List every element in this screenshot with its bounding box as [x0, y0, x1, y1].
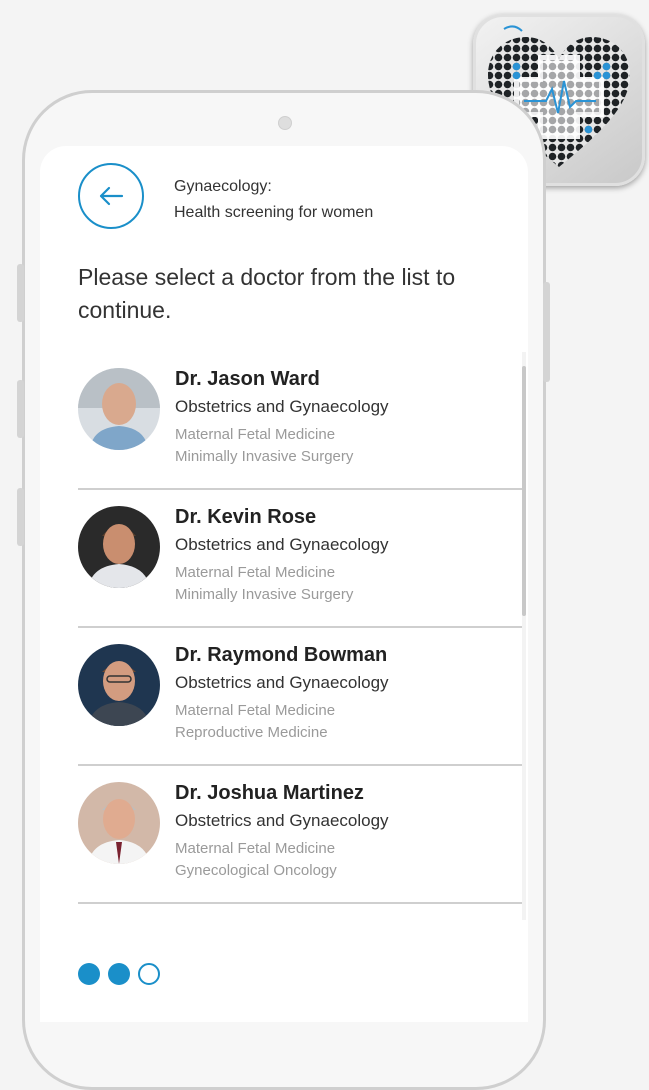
avatar — [78, 506, 160, 588]
page-title: Please select a doctor from the list to … — [78, 264, 456, 323]
category-label: Gynaecology: — [174, 178, 272, 195]
list-item[interactable] — [78, 904, 524, 920]
doctor-specialty: Obstetrics and Gynaecology — [175, 397, 389, 416]
doctor-subspecialty: Maternal Fetal Medicine — [175, 840, 336, 857]
phone-side-button — [543, 282, 550, 382]
step-dot-3 — [138, 963, 160, 985]
doctor-item[interactable]: Dr. Kevin Rose Obstetrics and Gynaecolog… — [78, 490, 524, 628]
doctor-subspecialty: Minimally Invasive Surgery — [175, 448, 354, 465]
back-button[interactable] — [78, 163, 144, 229]
category-subtitle: Health screening for women — [174, 204, 374, 221]
step-dot-1 — [78, 963, 100, 985]
doctor-item[interactable]: Dr. Raymond Bowman Obstetrics and Gynaec… — [78, 628, 524, 766]
doctor-subspecialty: Reproductive Medicine — [175, 724, 328, 741]
doctor-subspecialty: Maternal Fetal Medicine — [175, 426, 336, 443]
doctor-specialty: Obstetrics and Gynaecology — [175, 535, 389, 554]
doctor-name: Dr. Joshua Martinez — [175, 782, 364, 804]
phone-side-button — [17, 264, 24, 322]
list-scrollbar-thumb[interactable] — [522, 366, 526, 616]
doctor-item[interactable]: Dr. Joshua Martinez Obstetrics and Gynae… — [78, 766, 524, 904]
avatar — [78, 782, 160, 864]
phone-side-button — [17, 380, 24, 438]
avatar — [78, 368, 160, 450]
doctor-subspecialty: Gynecological Oncology — [175, 862, 337, 879]
doctor-subspecialty: Maternal Fetal Medicine — [175, 564, 336, 581]
breadcrumb: Gynaecology: Health screening for women — [174, 174, 373, 226]
step-dot-2 — [108, 963, 130, 985]
doctor-specialty: Obstetrics and Gynaecology — [175, 673, 389, 692]
app-screen: Gynaecology: Health screening for women … — [40, 146, 528, 1022]
avatar — [78, 644, 160, 726]
doctor-specialty: Obstetrics and Gynaecology — [175, 811, 389, 830]
doctor-subspecialty: Minimally Invasive Surgery — [175, 586, 354, 603]
doctor-subspecialty: Maternal Fetal Medicine — [175, 702, 336, 719]
arrow-left-icon — [99, 186, 124, 206]
doctor-name: Dr. Raymond Bowman — [175, 644, 388, 666]
step-indicator — [78, 963, 160, 985]
phone-side-button — [17, 488, 24, 546]
phone-camera — [278, 116, 292, 130]
doctor-list: Dr. Jason Ward Obstetrics and Gynaecolog… — [78, 352, 524, 920]
doctor-item[interactable]: Dr. Jason Ward Obstetrics and Gynaecolog… — [78, 352, 524, 490]
doctor-name: Dr. Jason Ward — [175, 368, 320, 390]
doctor-name: Dr. Kevin Rose — [175, 506, 317, 528]
